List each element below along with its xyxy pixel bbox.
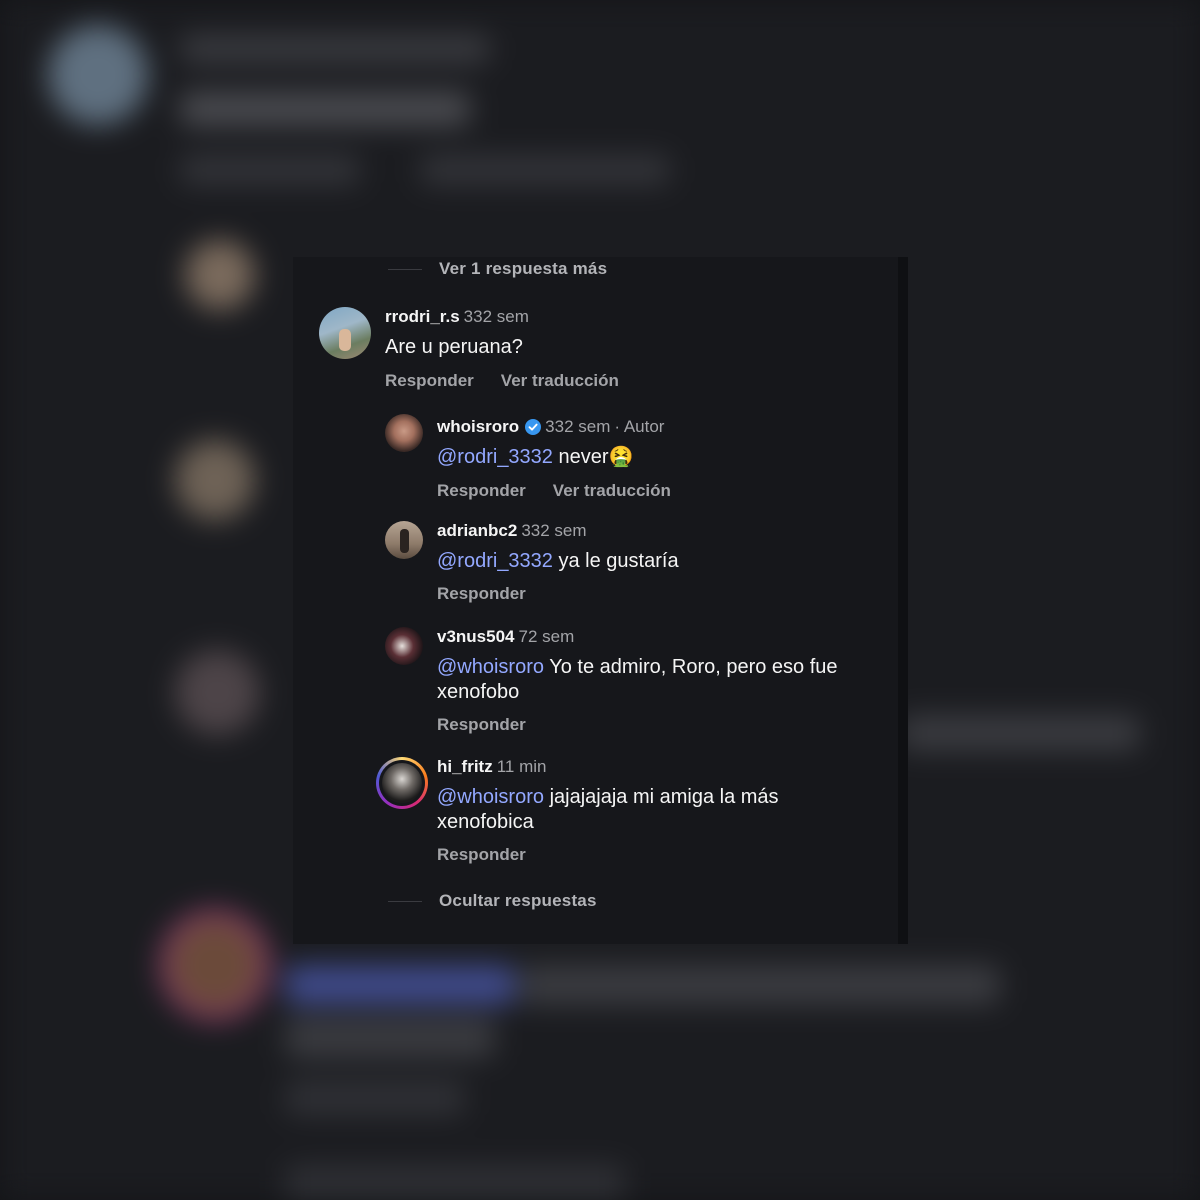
username[interactable]: rrodri_r.s (385, 307, 460, 327)
comment-text: @rodri_3332 never🤮 (437, 445, 633, 470)
reply-button[interactable]: Responder (437, 584, 526, 604)
comment-meta: v3nus504 72 sem (437, 627, 574, 647)
timestamp: 72 sem (518, 627, 575, 646)
comment-body: jajajajaja mi amiga la más (544, 786, 779, 808)
thread-divider (388, 269, 422, 270)
comment-text: @whoisroro Yo te admiro, Roro, pero eso … (437, 655, 838, 680)
username[interactable]: v3nus504 (437, 627, 515, 647)
bg-avatar (160, 910, 270, 1020)
mention-link[interactable]: @rodri_3332 (437, 550, 553, 572)
comment-actions: Responder (437, 584, 526, 604)
see-translation-button[interactable]: Ver traducción (501, 371, 619, 391)
bg-text-block (420, 155, 670, 185)
comment-actions: Responder (437, 715, 526, 735)
bg-text-block (285, 965, 515, 1005)
timestamp: 11 min (496, 757, 547, 776)
bg-text-block (180, 92, 470, 126)
reply-button[interactable]: Responder (437, 715, 526, 735)
bg-avatar (48, 25, 148, 125)
bg-text-block (285, 1018, 495, 1058)
comment-meta: whoisroro 332 sem · Autor (437, 417, 664, 437)
avatar-figure (400, 529, 409, 553)
comment-body: xenofobica (437, 811, 534, 833)
username[interactable]: whoisroro (437, 417, 519, 437)
avatar-figure (339, 329, 351, 351)
comment-body: Yo te admiro, Roro, pero eso fue (544, 656, 838, 678)
comment-text-continued: xenofobo (437, 680, 519, 705)
bg-text-block (285, 1165, 625, 1200)
mention-link[interactable]: @whoisroro (437, 656, 544, 678)
user-avatar[interactable] (385, 627, 423, 665)
comment-meta: hi_fritz 11 min (437, 757, 547, 777)
mention-link[interactable]: @rodri_3332 (437, 446, 553, 468)
user-avatar[interactable] (319, 307, 371, 359)
bg-text-block (900, 715, 1140, 751)
thread-divider (388, 901, 422, 902)
story-ring-avatar[interactable] (376, 757, 428, 809)
bg-text-block (180, 155, 360, 185)
view-more-replies-button[interactable]: Ver 1 respuesta más (439, 259, 607, 279)
comment-meta: adrianbc2 332 sem (437, 521, 587, 541)
comment-text-continued: xenofobica (437, 810, 534, 835)
mention-link[interactable]: @whoisroro (437, 786, 544, 808)
comment-body: xenofobo (437, 681, 520, 703)
comment-body: Are u peruana? (385, 336, 523, 358)
reply-button[interactable]: Responder (385, 371, 474, 391)
comments-panel: Ver 1 respuesta más rrodri_r.s 332 sem A… (293, 257, 908, 944)
comment-body: ya le gustaría (552, 550, 679, 572)
reply-button[interactable]: Responder (437, 481, 526, 501)
comment-meta: rrodri_r.s 332 sem (385, 307, 529, 327)
timestamp: 332 sem (463, 307, 529, 326)
hide-replies-button[interactable]: Ocultar respuestas (439, 891, 597, 911)
comment-text: @rodri_3332 ya le gustaría (437, 549, 679, 574)
comment-actions: Responder Ver traducción (385, 371, 619, 391)
bg-avatar (175, 440, 255, 520)
timestamp: 332 sem (521, 521, 587, 540)
user-avatar[interactable] (385, 414, 423, 452)
comment-actions: Responder (437, 845, 526, 865)
bg-avatar (175, 650, 260, 735)
emoji-vomit-icon: 🤮 (608, 446, 634, 468)
see-translation-button[interactable]: Ver traducción (553, 481, 671, 501)
username[interactable]: hi_fritz (437, 757, 493, 777)
comment-actions: Responder Ver traducción (437, 481, 671, 501)
comment-body: never (552, 446, 609, 468)
user-avatar[interactable] (385, 521, 423, 559)
bg-text-block (180, 35, 490, 63)
author-tag: · Autor (614, 417, 665, 436)
bg-text-block (285, 1080, 465, 1116)
comment-text: @whoisroro jajajajaja mi amiga la más (437, 785, 779, 810)
username[interactable]: adrianbc2 (437, 521, 517, 541)
timestamp: 332 sem (545, 417, 611, 436)
comment-text: Are u peruana? (385, 335, 523, 360)
bg-text-block (520, 965, 1000, 1005)
reply-button[interactable]: Responder (437, 845, 526, 865)
user-avatar (382, 763, 422, 803)
bg-avatar (185, 240, 255, 310)
verified-badge-icon (525, 419, 542, 435)
